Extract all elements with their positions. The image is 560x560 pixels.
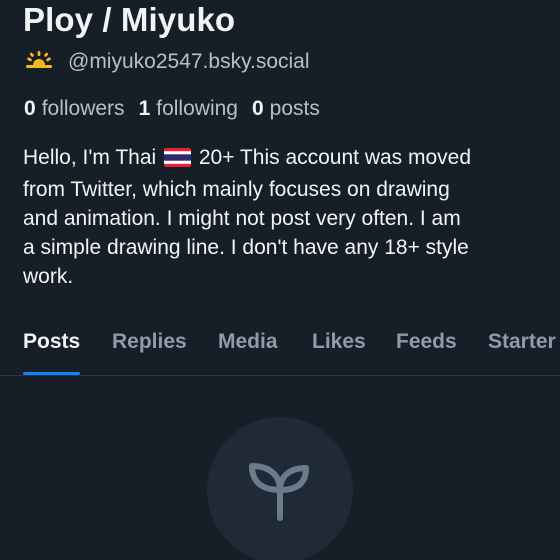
tab-label: Starter: [488, 330, 556, 353]
followers-label: followers: [41, 97, 125, 120]
bio-line: from Twitter, which mainly focuses on dr…: [23, 178, 450, 201]
tab-label: Likes: [312, 330, 366, 353]
posts-stat: 0 posts: [252, 97, 320, 121]
tab-likes[interactable]: Likes: [312, 320, 366, 375]
active-tab-indicator: [23, 372, 81, 375]
tab-posts[interactable]: Posts: [23, 320, 81, 375]
profile-page: Ploy / Miyuko @miyuko2547.bsky.social 0 …: [0, 0, 560, 560]
following-count: 1: [138, 97, 151, 120]
profile-handle[interactable]: @miyuko2547.bsky.social: [68, 50, 310, 74]
tab-feeds[interactable]: Feeds: [396, 320, 457, 375]
tab-label: Feeds: [396, 330, 457, 353]
following-stat[interactable]: 1 following: [139, 97, 238, 121]
following-label: following: [156, 97, 238, 120]
followers-count: 0: [24, 97, 36, 120]
bio-line: a simple drawing line. I don't have any …: [23, 236, 469, 259]
bio-text: 20+ This account was moved: [198, 146, 472, 169]
bio-text: Hello, I'm Thai: [23, 146, 157, 169]
bio-line: and animation. I might not post very oft…: [23, 207, 461, 230]
tab-replies[interactable]: Replies: [112, 320, 187, 375]
profile-stats: 0 followers 1 following 0 posts: [24, 94, 320, 124]
tab-starter-packs[interactable]: Starter: [488, 320, 556, 375]
handle-row: @miyuko2547.bsky.social: [24, 47, 310, 77]
bio-line: work.: [23, 265, 74, 288]
display-name: Ploy / Miyuko: [23, 1, 236, 38]
posts-label: posts: [269, 97, 320, 120]
followers-stat[interactable]: 0 followers: [24, 97, 125, 121]
tab-media[interactable]: Media: [218, 320, 278, 375]
profile-bio: Hello, I'm Thai 20+ This account was mov…: [23, 143, 553, 291]
tab-label: Posts: [23, 330, 81, 353]
sunrise-icon: [24, 51, 54, 73]
empty-state: [207, 417, 353, 560]
sprout-icon: [244, 454, 316, 526]
tab-label: Replies: [112, 330, 187, 353]
posts-count: 0: [251, 97, 264, 120]
profile-tabs: Posts Replies Media Likes Feeds Starter: [0, 320, 560, 376]
thailand-flag-icon: [164, 146, 192, 175]
bio-line: Hello, I'm Thai 20+ This account was mov…: [23, 143, 553, 175]
tab-label: Media: [218, 330, 278, 353]
